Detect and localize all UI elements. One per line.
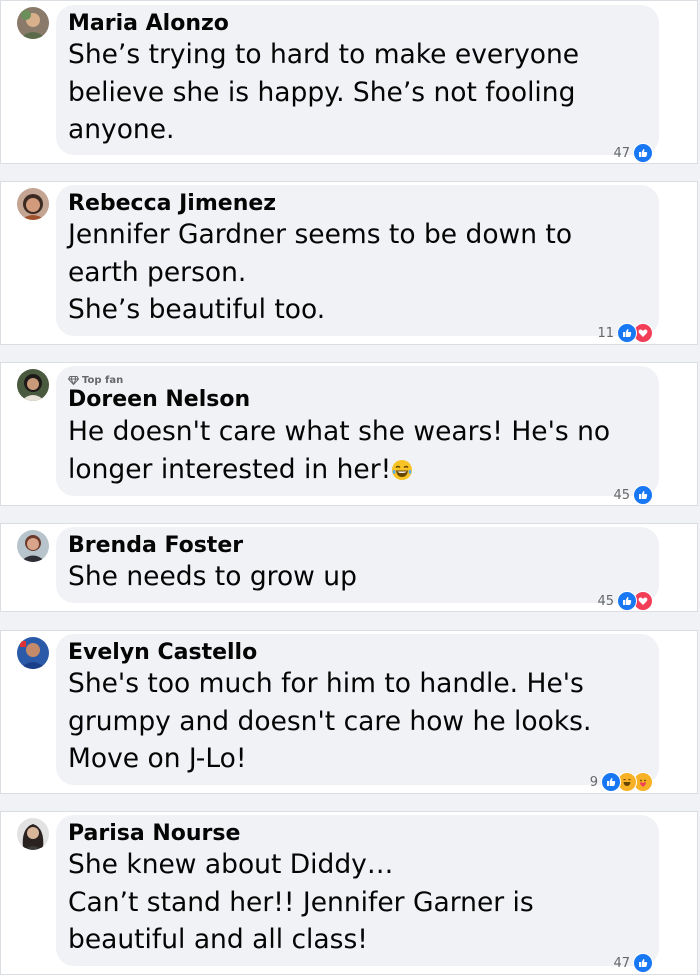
comment-bubble: Maria Alonzo She’s trying to hard to mak… xyxy=(56,5,659,155)
comment-text: She knew about Diddy… Can’t stand her!! … xyxy=(68,849,534,955)
reaction-summary[interactable]: 45 xyxy=(613,485,653,505)
comment-bubble: Brenda Foster She needs to grow up xyxy=(56,527,659,603)
reaction-summary[interactable]: 45 xyxy=(597,591,653,611)
comment-bubble: Parisa Nourse She knew about Diddy… Can’… xyxy=(56,815,659,966)
laughing-tears-emoji xyxy=(392,459,413,480)
comment-bubble: Rebecca Jimenez Jennifer Gardner seems t… xyxy=(56,185,659,336)
comment-bubble: Evelyn Castello She's too much for him t… xyxy=(56,634,659,785)
commenter-name[interactable]: Evelyn Castello xyxy=(68,640,257,665)
comment-card: Rebecca Jimenez Jennifer Gardner seems t… xyxy=(0,181,698,345)
comment-card: Top fan Doreen Nelson He doesn't care wh… xyxy=(0,362,698,506)
commenter-name[interactable]: Parisa Nourse xyxy=(68,821,240,846)
reaction-count: 47 xyxy=(613,145,630,161)
reaction-count: 9 xyxy=(589,774,598,790)
avatar[interactable] xyxy=(17,818,49,850)
like-icon xyxy=(633,143,653,163)
avatar[interactable] xyxy=(17,530,49,562)
comment-text: Jennifer Gardner seems to be down to ear… xyxy=(68,219,573,325)
avatar[interactable] xyxy=(17,188,49,220)
like-icon xyxy=(617,591,637,611)
reaction-summary[interactable]: 47 xyxy=(613,143,653,163)
commenter-name[interactable]: Doreen Nelson xyxy=(68,387,250,412)
avatar[interactable] xyxy=(17,7,49,39)
avatar[interactable] xyxy=(17,369,49,401)
badge-label: Top fan xyxy=(82,375,124,386)
reaction-summary[interactable]: 47 xyxy=(613,953,653,973)
reaction-count: 45 xyxy=(613,487,630,503)
diamond-icon xyxy=(68,376,79,385)
like-icon xyxy=(633,953,653,973)
commenter-name[interactable]: Rebecca Jimenez xyxy=(68,191,276,216)
comment-text: She’s trying to hard to make everyone be… xyxy=(68,39,580,145)
reaction-count: 45 xyxy=(597,593,614,609)
commenter-name[interactable]: Maria Alonzo xyxy=(68,11,229,36)
like-icon xyxy=(633,485,653,505)
comment-text: She needs to grow up xyxy=(68,561,357,592)
comment-card: Maria Alonzo She’s trying to hard to mak… xyxy=(0,0,698,164)
comment-text: He doesn't care what she wears! He's no … xyxy=(68,416,611,485)
like-icon xyxy=(617,323,637,343)
comment-card: Brenda Foster She needs to grow up 45 xyxy=(0,523,698,612)
top-fan-badge: Top fan xyxy=(68,375,123,386)
comment-card: Parisa Nourse She knew about Diddy… Can’… xyxy=(0,811,698,975)
like-icon xyxy=(601,772,621,792)
commenter-name[interactable]: Brenda Foster xyxy=(68,533,243,558)
reaction-summary[interactable]: 9 xyxy=(590,772,653,792)
avatar[interactable] xyxy=(17,637,49,669)
comment-text: She's too much for him to handle. He's g… xyxy=(68,668,592,774)
comment-card: Evelyn Castello She's too much for him t… xyxy=(0,630,698,794)
reaction-count: 47 xyxy=(613,955,630,971)
reaction-count: 11 xyxy=(597,325,614,341)
comment-bubble: Top fan Doreen Nelson He doesn't care wh… xyxy=(56,366,659,496)
reaction-summary[interactable]: 11 xyxy=(597,323,653,343)
